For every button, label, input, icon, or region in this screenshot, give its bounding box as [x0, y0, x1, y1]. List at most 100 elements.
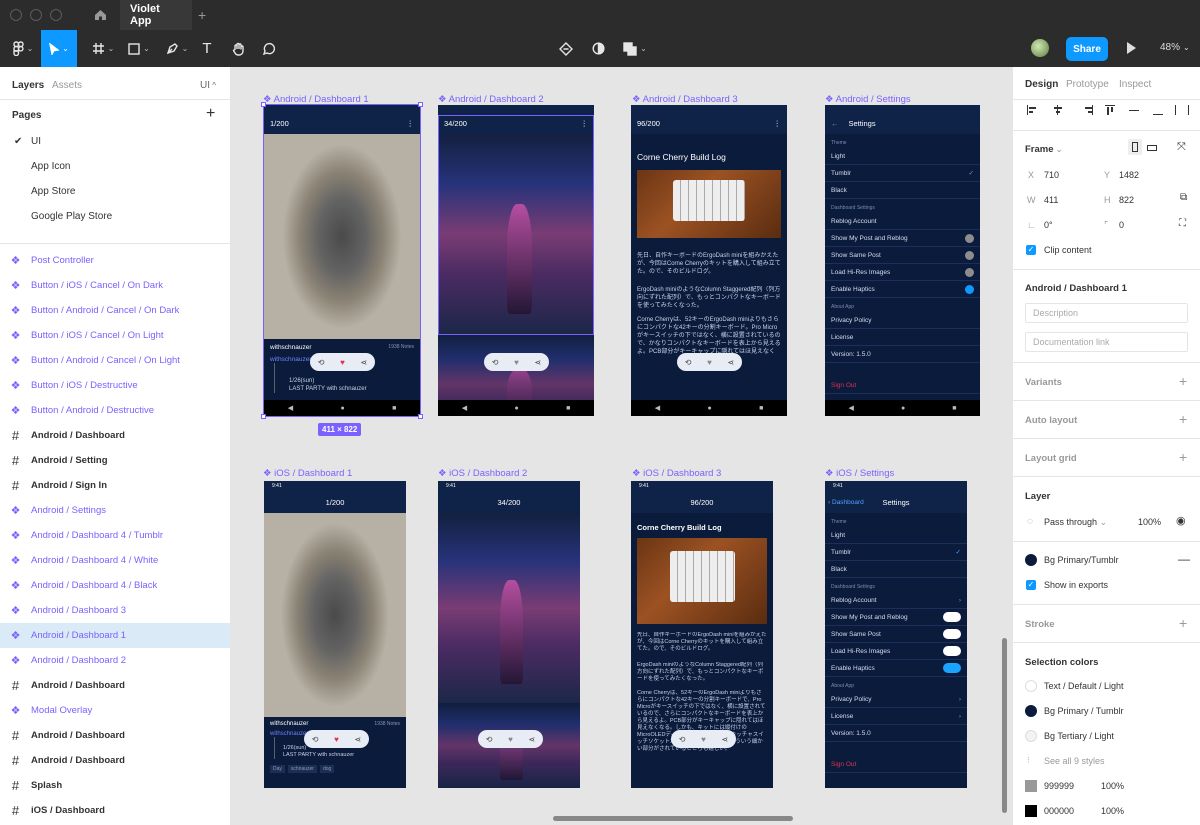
notes-count[interactable]: 1938 Notes — [374, 721, 400, 727]
reblog-icon[interactable]: ⟲ — [318, 358, 325, 367]
rotation-input[interactable]: 0° — [1044, 220, 1053, 230]
home-nav-icon[interactable]: ● — [514, 405, 518, 412]
resize-handle[interactable] — [261, 102, 266, 107]
settings-row[interactable]: Tumblr ✓ — [825, 165, 980, 182]
boolean-tool[interactable]: ⌄ — [618, 30, 652, 67]
share-icon[interactable]: ⋖ — [534, 358, 541, 367]
hex-value[interactable]: 999999 — [1044, 781, 1074, 791]
hex-opacity[interactable]: 100% — [1101, 806, 1124, 816]
frame-ios-dashboard-3[interactable]: 9:41 96/200 Corne Cherry Build Log 先日、自作… — [631, 481, 773, 788]
settings-row[interactable]: Version: 1.5.0 — [825, 346, 980, 363]
recents-icon[interactable]: ■ — [392, 405, 396, 412]
layer-item[interactable]: # iOS / Dashboard — [0, 798, 230, 823]
tag[interactable]: dog — [319, 765, 335, 773]
frame-android-settings[interactable]: ← Settings Theme Light Tumblr ✓ Black Dashboar… — [825, 105, 980, 416]
share-icon[interactable]: ⋖ — [721, 735, 728, 744]
layer-item[interactable]: # Android / Dashboard — [0, 673, 230, 698]
frame-ios-settings[interactable]: 9:41 ‹ Dashboard Settings Theme Light Tumbl… — [825, 481, 967, 788]
align-middle-icon[interactable] — [1129, 110, 1139, 111]
settings-row[interactable]: Tumblr ✓ — [825, 544, 967, 561]
align-left-icon[interactable] — [1027, 105, 1037, 115]
settings-row[interactable]: Black — [825, 561, 967, 578]
shape-tool[interactable]: ⌄ — [122, 30, 156, 67]
move-tool[interactable]: ⌄ — [41, 30, 77, 67]
toggle-switch[interactable] — [943, 646, 961, 656]
portrait-icon[interactable] — [1128, 139, 1142, 155]
frame-tool[interactable]: ⌄ — [86, 30, 120, 67]
distribute-icon[interactable] — [1175, 105, 1189, 115]
avatar[interactable] — [1031, 39, 1049, 57]
tag[interactable]: schnauzer — [287, 765, 317, 773]
remove-fill-icon[interactable]: — — [1178, 552, 1190, 566]
add-layout-grid-icon[interactable]: + — [1179, 449, 1187, 465]
settings-row[interactable]: Load Hi-Res Images — [825, 643, 967, 660]
vertical-scrollbar[interactable] — [1002, 638, 1007, 813]
selection-color-label[interactable]: Text / Default / Light — [1044, 681, 1124, 691]
layer-item[interactable]: ❖ Android / Dashboard 4 / Black — [0, 573, 230, 598]
back-icon[interactable]: ◀ — [849, 404, 854, 412]
settings-row[interactable]: Light — [825, 148, 980, 165]
layer-item[interactable]: ❖ Android / Dashboard 4 / White — [0, 548, 230, 573]
page-item-google-play-store[interactable]: Google Play Store — [31, 211, 112, 222]
layer-item[interactable]: ❖ Button / iOS / Destructive — [0, 373, 230, 398]
resize-handle[interactable] — [261, 414, 266, 419]
y-input[interactable]: 1482 — [1119, 170, 1139, 180]
toggle-switch[interactable] — [965, 267, 974, 277]
layer-item[interactable]: # Android / Dashboard — [0, 423, 230, 448]
comment-tool[interactable] — [258, 30, 280, 67]
heart-icon[interactable]: ♥ — [340, 358, 345, 367]
heart-icon[interactable]: ♥ — [508, 735, 513, 744]
color-swatch[interactable] — [1025, 705, 1037, 717]
file-tab[interactable]: Violet App — [120, 0, 192, 30]
align-center-icon[interactable] — [1054, 105, 1067, 115]
frame-android-dashboard-2[interactable]: 34/200 ⋮ ⟲ ♥ ⋖ ◀ ● ■ — [438, 105, 594, 416]
tab-inspect[interactable]: Inspect — [1119, 79, 1151, 90]
layer-item[interactable]: ❖ Android / Dashboard 1 — [0, 623, 230, 648]
settings-row[interactable]: Reblog Account — [825, 213, 980, 230]
layer-item[interactable]: ❖ Android / Dashboard 3 — [0, 598, 230, 623]
home-nav-icon[interactable]: ● — [901, 405, 905, 412]
align-top-icon[interactable] — [1105, 105, 1115, 115]
present-icon[interactable] — [1127, 42, 1136, 54]
home-icon[interactable] — [80, 0, 120, 30]
layer-item[interactable]: # Splash — [0, 773, 230, 798]
hex-swatch-2[interactable] — [1025, 805, 1037, 817]
toggle-switch[interactable] — [965, 284, 974, 294]
back-icon[interactable]: ◀ — [288, 404, 293, 412]
frame-label[interactable]: ❖ Android / Dashboard 2 — [438, 94, 544, 105]
settings-row[interactable]: Privacy Policy › — [825, 691, 967, 708]
layer-item[interactable]: # Android / Sign In — [0, 473, 230, 498]
blend-mode-dropdown[interactable]: Pass through ⌄ — [1044, 517, 1107, 528]
resize-handle[interactable] — [418, 414, 423, 419]
tab-assets[interactable]: Assets — [52, 80, 82, 91]
settings-row[interactable]: Sign Out — [825, 756, 967, 773]
selection-color-label[interactable]: Bg Primary / Tumblr — [1044, 706, 1124, 716]
reblog-icon[interactable]: ⟲ — [486, 735, 493, 744]
window-zoom-button[interactable] — [50, 9, 62, 21]
main-menu-button[interactable]: ⌄ — [6, 30, 40, 67]
window-minimize-button[interactable] — [30, 9, 42, 21]
frame-android-dashboard-3[interactable]: 96/200 ⋮ Corne Cherry Build Log 先日、自作キーボー… — [631, 105, 787, 416]
share-button[interactable]: Share — [1066, 37, 1108, 61]
toggle-switch[interactable] — [943, 629, 961, 639]
page-item-ui[interactable]: UI — [31, 136, 41, 147]
new-tab-button[interactable]: + — [198, 7, 206, 23]
settings-row[interactable]: Show My Post and Reblog — [825, 609, 967, 626]
add-stroke-icon[interactable]: + — [1179, 615, 1187, 631]
description-input[interactable]: Description — [1025, 303, 1188, 323]
post-username[interactable]: withschnauzer — [270, 344, 312, 351]
align-bottom-icon[interactable] — [1153, 105, 1163, 115]
frame-ios-dashboard-1[interactable]: 9:41 1/200 withschnauzer 1938 Notes withs… — [264, 481, 406, 788]
frame-android-dashboard-1[interactable]: 1/200 ⋮ withschnauzer 1938 Notes withschna… — [264, 105, 420, 416]
clip-content-checkbox[interactable]: ✓ — [1026, 245, 1036, 255]
tag[interactable]: Day — [270, 765, 285, 773]
home-nav-icon[interactable]: ● — [340, 405, 344, 412]
settings-row[interactable]: Show Same Post — [825, 247, 980, 264]
layer-item[interactable]: ❖ Android / Dashboard 2 — [0, 648, 230, 673]
settings-row[interactable]: Sign Out — [825, 377, 980, 394]
layer-item[interactable]: ❖ Android / Settings — [0, 498, 230, 523]
zoom-level[interactable]: 48% ⌄ — [1160, 42, 1190, 53]
reblog-icon[interactable]: ⟲ — [679, 735, 686, 744]
settings-row[interactable]: Enable Haptics — [825, 281, 980, 298]
settings-row[interactable]: Show My Post and Reblog — [825, 230, 980, 247]
